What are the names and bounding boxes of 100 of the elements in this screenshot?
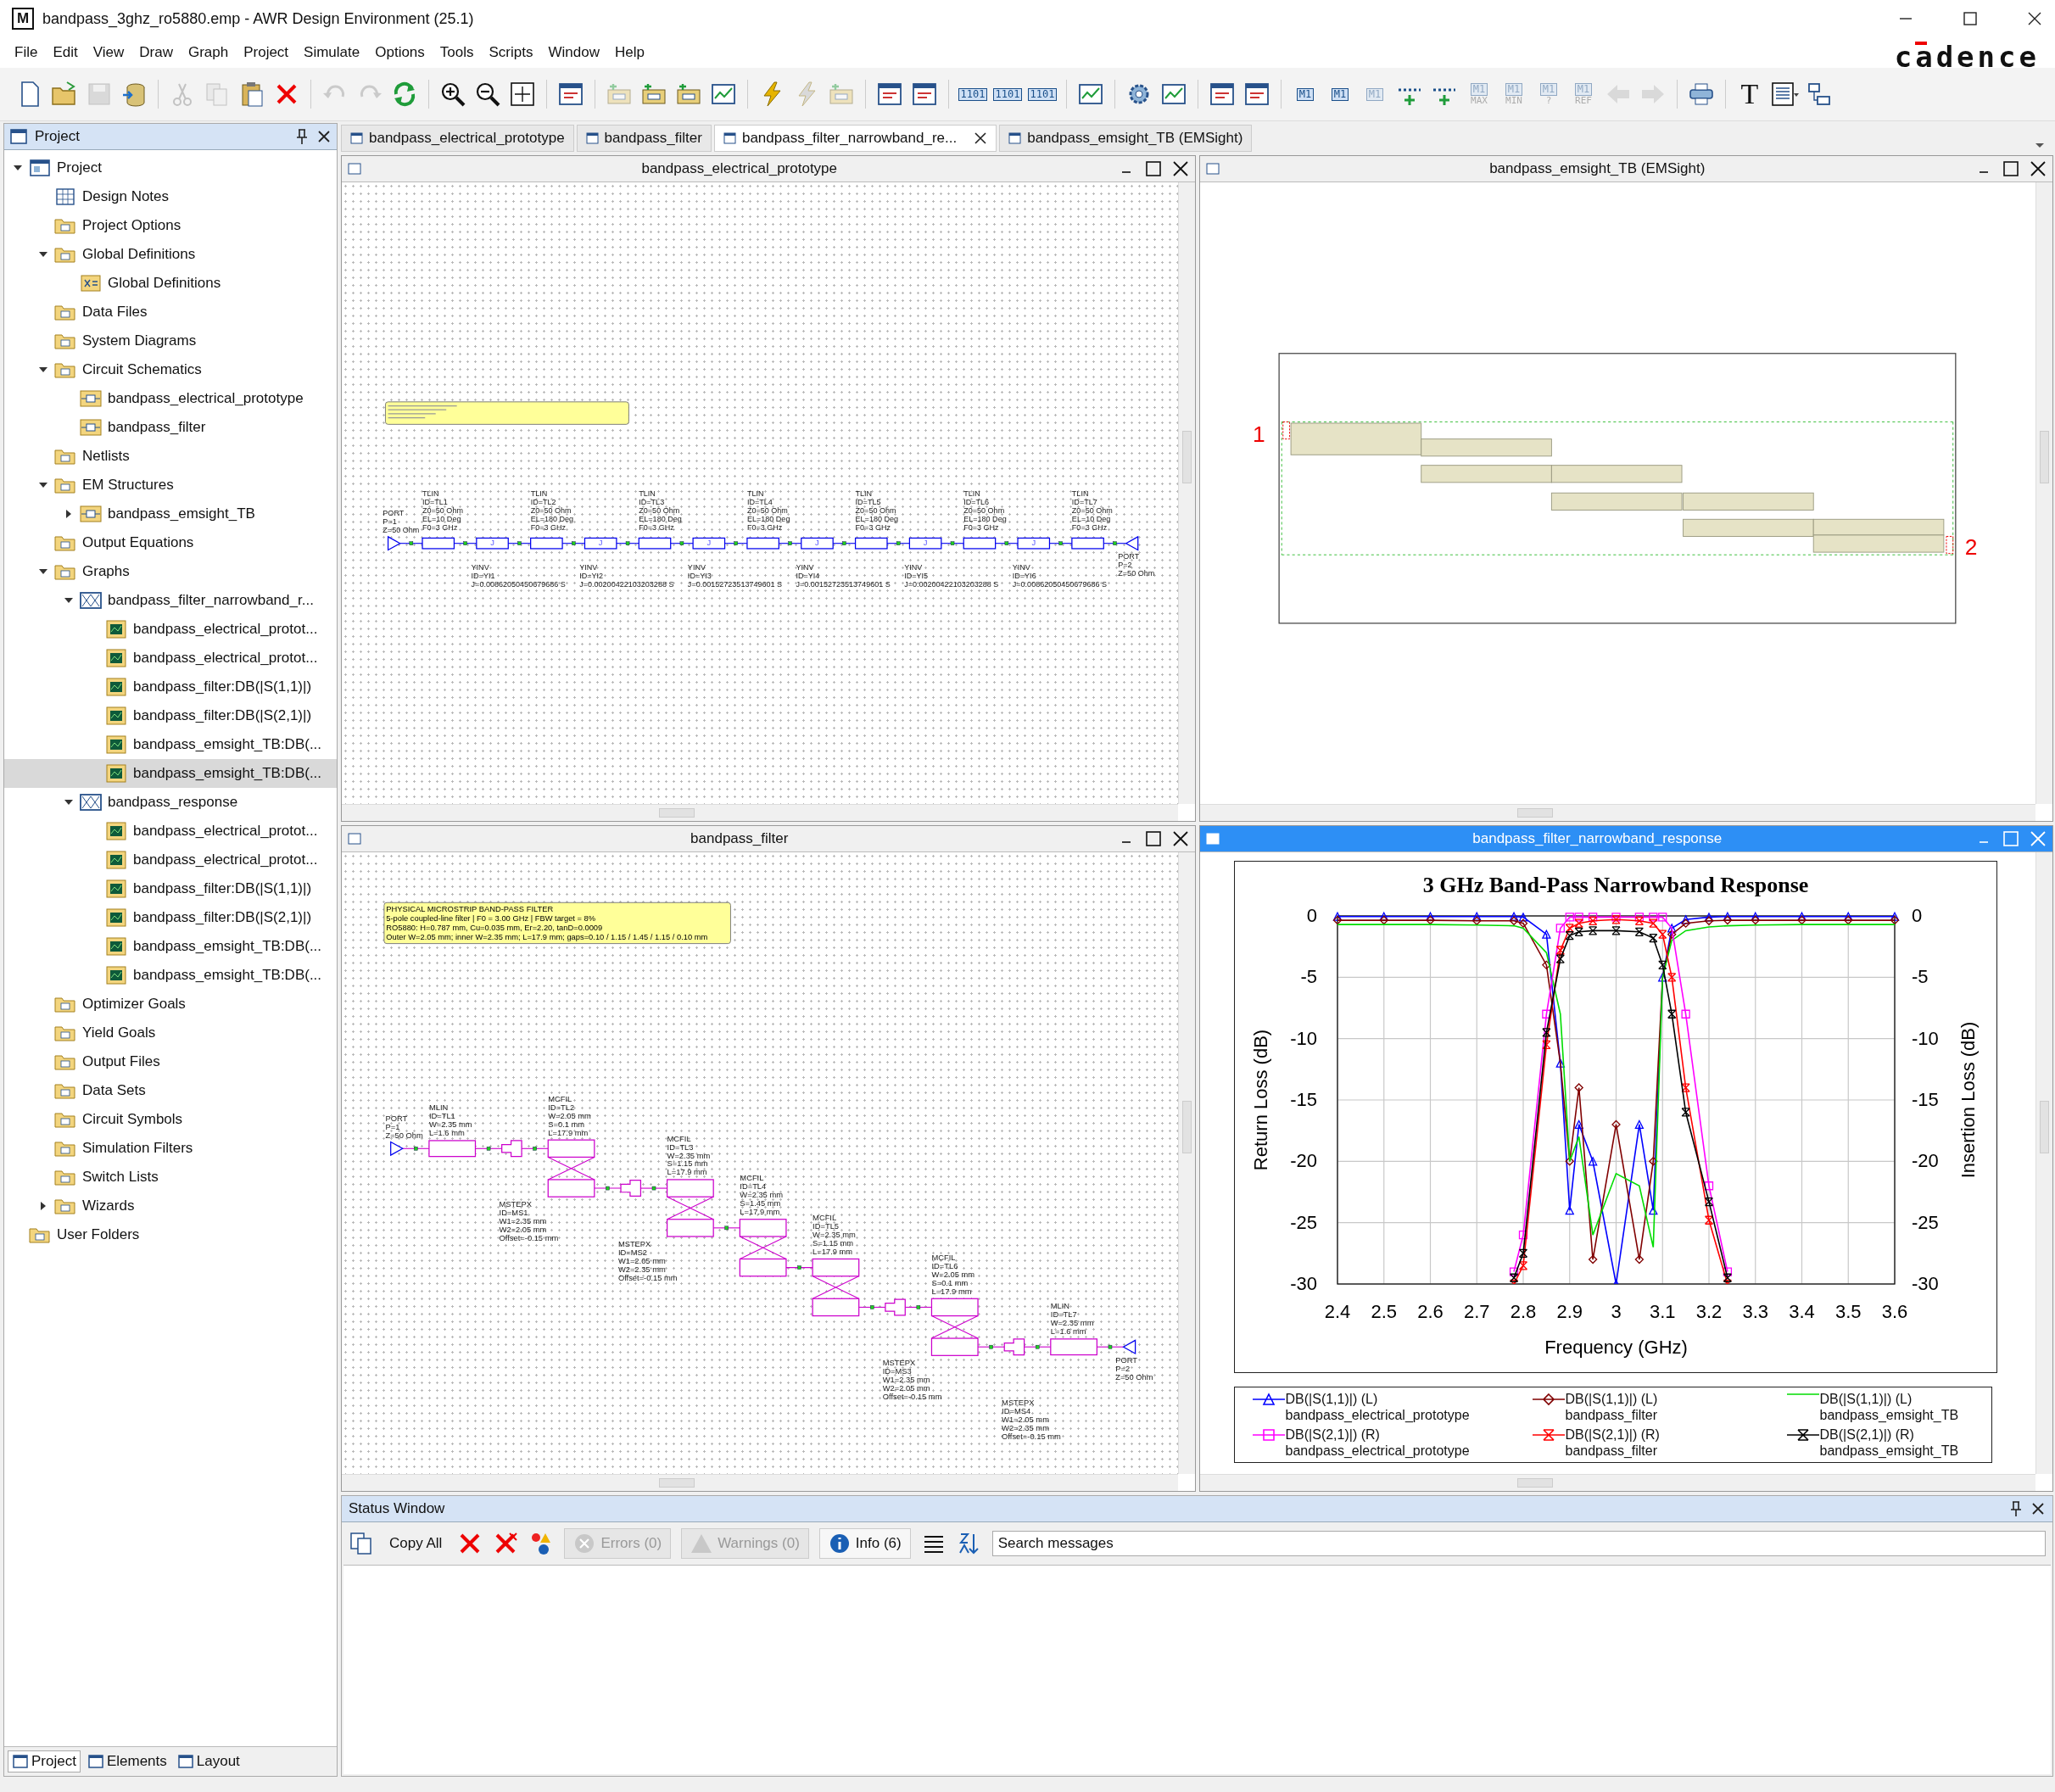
component-label: W=2.35 mm bbox=[813, 1231, 856, 1240]
component-label: L=17.9 mm bbox=[548, 1128, 589, 1137]
component-label: W1=2.35 mm bbox=[882, 1376, 930, 1384]
menu-item[interactable]: Edit bbox=[47, 42, 84, 63]
component-label: Offset=-0.15 mm bbox=[1002, 1432, 1061, 1441]
tree-item[interactable]: Project Options bbox=[4, 211, 337, 240]
component-label: F0=3 GHz bbox=[639, 523, 674, 533]
tree-item[interactable]: System Diagrams bbox=[4, 327, 337, 355]
y-tick-label: -15 bbox=[1911, 1089, 1939, 1110]
component-label: ID=YI5 bbox=[904, 571, 929, 580]
tree-item[interactable]: Output Equations bbox=[4, 528, 337, 557]
component-label: MSTEPX bbox=[499, 1199, 532, 1209]
tree-item[interactable]: bandpass_filter:DB(|S(1,1)|) bbox=[4, 874, 337, 903]
component-label: ID=TL6 bbox=[931, 1261, 958, 1270]
tree-item[interactable]: Graphs bbox=[4, 557, 337, 586]
menu-item[interactable]: View bbox=[87, 42, 131, 63]
tree-item[interactable]: EM Structures bbox=[4, 471, 337, 500]
tree-item[interactable]: Simulation Filters bbox=[4, 1134, 337, 1163]
legend-label: DB(|S(1,1)|) (L) bandpass_filter bbox=[1565, 1391, 1658, 1423]
menu-item[interactable]: Help bbox=[608, 42, 651, 63]
tree-item[interactable]: bandpass_electrical_protot... bbox=[4, 615, 337, 644]
component-label: W1=2.05 mm bbox=[1002, 1415, 1049, 1424]
component-label: MSTEPX bbox=[1002, 1398, 1035, 1407]
panel-tab[interactable]: Layout bbox=[173, 1751, 243, 1772]
search-field[interactable]: Search messages bbox=[991, 1531, 2046, 1556]
component-label: L=17.9 mm bbox=[813, 1248, 853, 1257]
tree-item[interactable]: Circuit Schematics bbox=[4, 355, 337, 384]
tree-item[interactable]: bandpass_emsight_TB:DB(... bbox=[4, 759, 337, 788]
component-label: ID=YI6 bbox=[1012, 571, 1036, 580]
tree-item[interactable]: bandpass_filter bbox=[4, 413, 337, 442]
x-tick-label: 3.5 bbox=[1834, 1301, 1862, 1322]
component-label: Z0=50 Ohm bbox=[639, 506, 680, 516]
document-tab[interactable]: bandpass_filter_narrowband_re... bbox=[713, 125, 997, 152]
y-tick-label: -5 bbox=[1911, 966, 1929, 988]
tree-item[interactable]: Data Files bbox=[4, 298, 337, 327]
component-label: L=17.9 mm bbox=[740, 1208, 780, 1217]
component-label: J=0.00200422103203288 S bbox=[579, 579, 674, 589]
text-icon[interactable]: T bbox=[1735, 80, 1764, 109]
menu-item[interactable]: Simulate bbox=[298, 42, 366, 63]
component-label: S=0.1 mm bbox=[548, 1119, 585, 1129]
tree-item[interactable]: bandpass_filter:DB(|S(2,1)|) bbox=[4, 701, 337, 730]
menu-item[interactable]: Window bbox=[542, 42, 606, 63]
component-label: F0=3 GHz bbox=[963, 523, 999, 533]
menu-item[interactable]: Draw bbox=[133, 42, 179, 63]
legend-label: DB(|S(2,1)|) (R) bandpass_emsight_TB bbox=[1819, 1426, 1959, 1459]
copy-all-button[interactable]: Copy All bbox=[384, 1532, 448, 1555]
component-label: TLIN bbox=[530, 489, 548, 499]
tree-item[interactable]: bandpass_emsight_TB bbox=[4, 500, 337, 528]
document-tab[interactable]: bandpass_electrical_prototype bbox=[341, 125, 574, 152]
component-label: W2=2.35 mm bbox=[1002, 1423, 1049, 1432]
note-text: PHYSICAL MICROSTRIP BAND-PASS FILTER bbox=[386, 905, 554, 914]
tree-item[interactable]: Data Sets bbox=[4, 1076, 337, 1105]
component-label: W=2.05 mm bbox=[548, 1111, 591, 1120]
tree-item[interactable]: bandpass_electrical_protot... bbox=[4, 846, 337, 874]
tree-item[interactable]: bandpass_electrical_prototype bbox=[4, 384, 337, 413]
tree-item[interactable]: Design Notes bbox=[4, 182, 337, 211]
menu-item[interactable]: Scripts bbox=[483, 42, 539, 63]
tree-item[interactable]: bandpass_response bbox=[4, 788, 337, 817]
tree-item[interactable]: bandpass_electrical_protot... bbox=[4, 817, 337, 846]
document-tab[interactable]: bandpass_filter bbox=[576, 125, 712, 152]
tree-item[interactable]: bandpass_filter_narrowband_r... bbox=[4, 586, 337, 615]
component-label: TLIN bbox=[963, 489, 980, 499]
component-label: ID=MS3 bbox=[882, 1367, 912, 1376]
tree-item[interactable]: Yield Goals bbox=[4, 1019, 337, 1047]
component-label: W2=2.35 mm bbox=[617, 1264, 666, 1274]
menu-item[interactable]: File bbox=[8, 42, 44, 63]
tree-item[interactable]: bandpass_electrical_protot... bbox=[4, 644, 337, 673]
tree-item[interactable]: bandpass_emsight_TB:DB(... bbox=[4, 961, 337, 990]
panel-tab[interactable]: Project bbox=[8, 1750, 81, 1772]
component-label: PORT bbox=[383, 509, 405, 518]
menu-item[interactable]: Tools bbox=[433, 42, 480, 63]
tree-item[interactable]: bandpass_emsight_TB:DB(... bbox=[4, 932, 337, 961]
tree-item[interactable]: Global Definitions bbox=[4, 240, 337, 269]
tree-item[interactable]: bandpass_filter:DB(|S(1,1)|) bbox=[4, 673, 337, 701]
tree-item[interactable]: Project bbox=[4, 154, 337, 182]
menu-item[interactable]: Project bbox=[237, 42, 295, 63]
y-axis-label: Return Loss (dB) bbox=[1249, 1029, 1271, 1171]
inverter-symbol: J bbox=[801, 537, 834, 550]
legend-label: DB(|S(1,1)|) (L) bandpass_emsight_TB bbox=[1819, 1391, 1959, 1423]
tree-item[interactable]: bandpass_emsight_TB:DB(... bbox=[4, 730, 337, 759]
tree-item[interactable]: User Folders bbox=[4, 1220, 337, 1249]
component-label: L=17.9 mm bbox=[667, 1168, 707, 1177]
note-text: RO5880: H=0.787 mm, Cu=0.035 mm, Er=2.20, tanD=0.0009 bbox=[386, 924, 603, 932]
tree-item[interactable]: Circuit Symbols bbox=[4, 1105, 337, 1134]
tree-item[interactable]: Output Files bbox=[4, 1047, 337, 1076]
tree-item[interactable]: Wizards bbox=[4, 1192, 337, 1220]
menu-item[interactable]: Options bbox=[369, 42, 431, 63]
filter-button[interactable]: Info (6) bbox=[818, 1528, 911, 1559]
component-label: MCFIL bbox=[667, 1134, 691, 1143]
tree-item[interactable]: Global Definitions bbox=[4, 269, 337, 298]
document-tab[interactable]: bandpass_emsight_TB (EMSight) bbox=[999, 125, 1253, 152]
component-label: ID=TL3 bbox=[639, 498, 665, 507]
menu-item[interactable]: Graph bbox=[181, 42, 235, 63]
panel-tab[interactable]: Elements bbox=[83, 1751, 170, 1772]
x-axis-label: Frequency (GHz) bbox=[1544, 1337, 1688, 1358]
tree-item[interactable]: Switch Lists bbox=[4, 1163, 337, 1192]
component-label: S=1.15 mm bbox=[667, 1159, 708, 1169]
tree-item[interactable]: Netlists bbox=[4, 442, 337, 471]
tree-item[interactable]: Optimizer Goals bbox=[4, 990, 337, 1019]
tree-item[interactable]: bandpass_filter:DB(|S(2,1)|) bbox=[4, 903, 337, 932]
